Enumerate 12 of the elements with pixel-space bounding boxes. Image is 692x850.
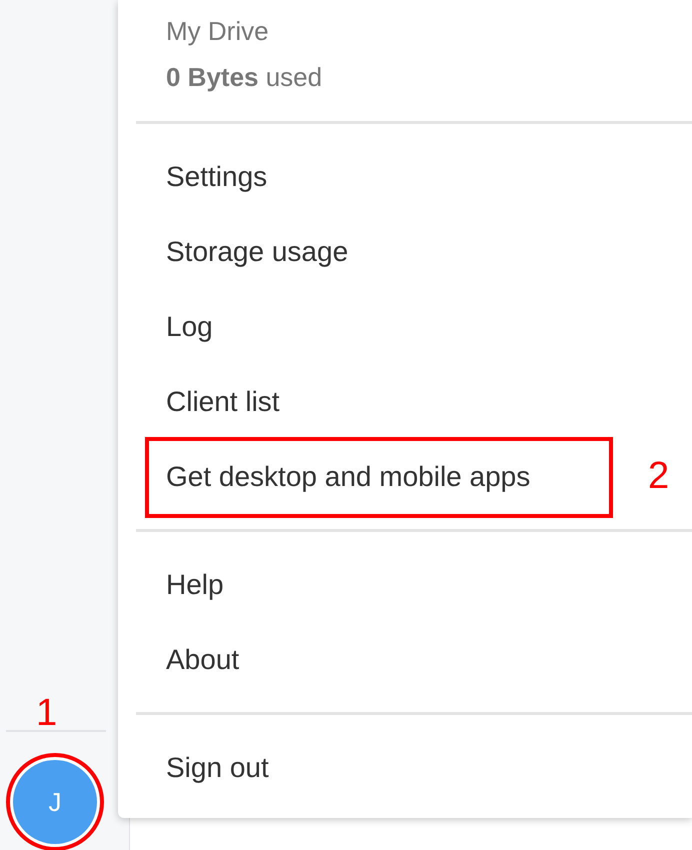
annotation-number: 1 (36, 694, 58, 732)
drive-title: My Drive (166, 15, 270, 44)
menu-item[interactable]: Get desktop and mobile apps (166, 456, 530, 498)
menu-item[interactable]: Sign out (166, 746, 269, 788)
menu-item[interactable]: Help (166, 564, 224, 606)
menu-item[interactable]: Settings (166, 156, 268, 198)
menu-item[interactable]: Log (166, 306, 213, 348)
menu-item[interactable]: Client list (166, 380, 280, 422)
storage-usage-text: 0 Bytes used (166, 64, 322, 90)
annotation-number: 2 (648, 457, 670, 495)
menu-item[interactable]: About (166, 638, 240, 680)
menu-item[interactable]: Storage usage (166, 230, 348, 272)
